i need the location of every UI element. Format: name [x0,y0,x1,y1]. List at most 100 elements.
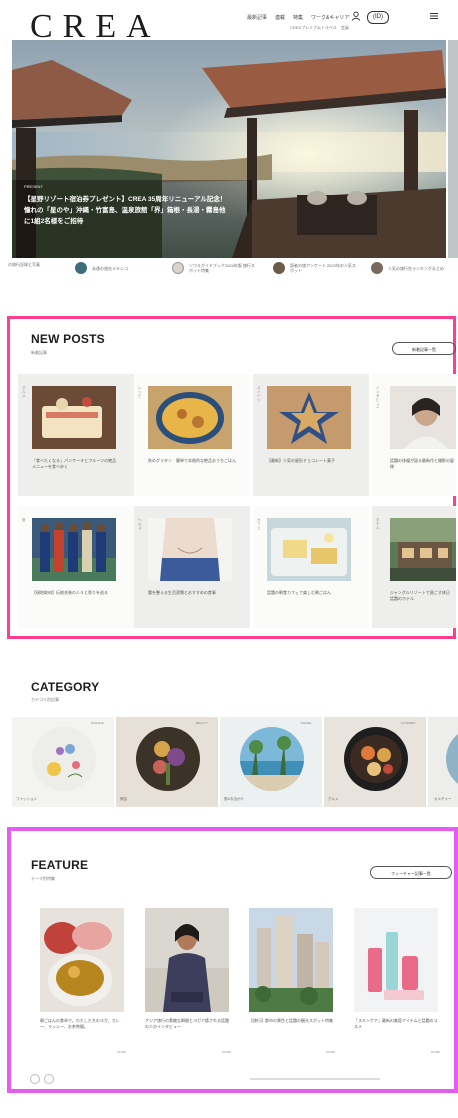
feature-card[interactable]: 【旅行】都市の景色と話題の観光スポット特集 MORE [249,908,341,1058]
next-arrow-icon[interactable] [44,1074,54,1084]
hero-thumb[interactable]: 読者の旅アンケート 2023年の人気スポット [273,262,358,274]
post-category: ヘルス [138,518,142,530]
post-category: レシピ [138,386,142,398]
feature-card[interactable]: アジア旅行の素敵な瞬間とヨガで癒される話題の人のインタビュー MORE [145,908,237,1058]
hero-thumb-text: 人気の旅行先ランキングまとめ [388,265,444,271]
feature-pager [30,1074,54,1084]
feature-card[interactable]: 朝ごはんの食卓で。わたしたちのヨガ、カレー、ラッシー、お茶時間。 MORE [40,908,132,1058]
post-image [267,518,351,581]
thumb-image [75,262,87,274]
hero-thumb[interactable]: 永遠の旅先メキシコ [75,262,160,274]
thumb-image [273,262,285,274]
category-label: 旅&お出かけ [224,797,244,801]
feature-subtitle: テーマ別特集 [31,876,55,881]
post-caption: 【現地取材】伝統衣装の人々と祭りを巡る [32,590,108,595]
user-icon[interactable] [351,11,361,23]
new-posts-all-button[interactable]: 新着記事一覧 [392,342,456,355]
post-image [267,386,351,449]
feature-more[interactable]: MORE [117,1050,126,1054]
hero-thumb-text: 永遠の旅先メキシコ [92,265,128,271]
post-caption: ジャングルリゾートで過ごす休日 話題のホテル [390,590,450,601]
post-caption: 【最新】人気の星形チョコレート菓子 [267,458,335,463]
post-image [32,386,116,449]
feature-caption: 朝ごはんの食卓で。わたしたちのヨガ、カレー、ラッシー、お茶時間。 [40,1018,120,1029]
post-caption: 秋のグラタン 簡単で本格的な絶品おうちごはん [148,458,236,463]
category-subtitle: カテゴリ別記事 [31,697,59,702]
hero-thumb-text: 読者の旅アンケート 2023年の人気スポット [290,263,356,273]
post-image [148,386,232,449]
post-caption: 話題の朝食カフェで楽しむ朝ごはん [267,590,331,595]
id-badge[interactable]: (ID) [367,11,389,24]
hero-thumbnail-row: の旅行記録と写真 永遠の旅先メキシコ ソウルガイドブック2024年版 旅行スポッ… [0,262,458,284]
post-card[interactable]: レシピ 秋のグラタン 簡単で本格的な絶品おうちごはん [134,374,250,496]
feature-all-button[interactable]: フィーチャー記事一覧 [370,866,452,879]
category-card[interactable]: BEAUTY 美容 [116,717,218,807]
nav-item[interactable]: 連載 [275,14,285,21]
category-title: CATEGORY [31,680,100,694]
category-label: グルメ [328,797,339,801]
category-card[interactable]: GOURMET グルメ [324,717,426,807]
post-category: 旅 [22,518,26,522]
post-category: スイーツ [257,386,261,402]
hero-thumb[interactable]: ソウルガイドブック2024年版 旅行スポット特集 [172,262,257,274]
site-header: CREA 最新記事 連載 特集 ワーク&キャリア CREAプレミアムトラベル 会… [0,0,458,44]
post-card[interactable]: ホテル ジャングルリゾートで過ごす休日 話題のホテル [372,506,456,628]
category-tag: FASHION [90,721,104,725]
post-caption: 「食べたくなる」パンケーキとフルーツの絶品メニューを食べ歩く [32,458,117,469]
feature-more[interactable]: MORE [326,1050,335,1054]
menu-icon[interactable] [429,11,439,23]
thumb-image [371,262,383,274]
post-card[interactable]: 旅 【現地取材】伝統衣装の人々と祭りを巡る [18,506,134,628]
post-image [390,518,456,581]
category-image [446,727,458,791]
category-card[interactable]: カルチャー [428,717,458,807]
post-card[interactable]: インタビュー 話題の俳優が語る最新作と撮影の裏側 [372,374,456,496]
feature-scrollbar[interactable] [250,1078,380,1080]
post-card[interactable]: スイーツ 【最新】人気の星形チョコレート菓子 [253,374,369,496]
post-card[interactable]: ヘルス 腸を整える生活習慣とおすすめの食事 [134,506,250,628]
hero-thumb[interactable]: 人気の旅行先ランキングまとめ [371,262,448,274]
feature-more[interactable]: MORE [222,1050,231,1054]
new-posts-title: NEW POSTS [31,332,105,346]
category-label: カルチャー [434,797,452,801]
hero-thumb[interactable]: の旅行記録と写真 [8,262,76,267]
feature-title: FEATURE [31,858,89,872]
post-caption: 話題の俳優が語る最新作と撮影の裏側 [390,458,454,469]
category-tag: TRAVEL [300,721,312,725]
post-image [148,518,232,581]
post-caption: 腸を整える生活習慣とおすすめの食事 [148,590,216,595]
hero-title[interactable]: 【星野リゾート宿泊券プレゼント】CREA 35周年リニューアル記念！ 憧れの「星… [24,194,229,227]
nav-sub[interactable]: CREAプレミアムトラベル 会員 [290,25,349,31]
category-label: 美容 [120,797,127,801]
post-card[interactable]: グルメ 「食べたくなる」パンケーキとフルーツの絶品メニューを食べ歩く [18,374,134,496]
hero-thumb-text: ソウルガイドブック2024年版 旅行スポット特集 [189,263,255,273]
feature-caption: 「スキンケア」最新の美容アイテムと話題のコスメ [354,1018,438,1029]
category-image [344,727,408,791]
thumb-image [172,262,184,274]
hero-next-peek[interactable] [448,40,458,258]
category-tag: GOURMET [400,721,416,725]
feature-card[interactable]: 「スキンケア」最新の美容アイテムと話題のコスメ MORE [354,908,446,1058]
category-tag: BEAUTY [195,721,208,725]
main-nav: 最新記事 連載 特集 ワーク&キャリア [247,14,349,21]
category-card[interactable]: FASHION ファッション [12,717,114,807]
category-card[interactable]: TRAVEL 旅&お出かけ [220,717,322,807]
post-card[interactable]: カフェ 話題の朝食カフェで楽しむ朝ごはん [253,506,369,628]
feature-more[interactable]: MORE [431,1050,440,1054]
category-label: ファッション [16,797,37,801]
nav-item[interactable]: ワーク&キャリア [311,14,349,21]
feature-caption: 【旅行】都市の景色と話題の観光スポット特集 [249,1018,333,1023]
nav-item[interactable]: 最新記事 [247,14,267,21]
feature-image [354,908,438,1012]
post-image [390,386,456,449]
feature-image [40,908,124,1012]
hero-thumb-text: の旅行記録と写真 [8,262,40,267]
prev-arrow-icon[interactable] [30,1074,40,1084]
category-image [136,727,200,791]
site-logo[interactable]: CREA [30,10,161,44]
post-category: ホテル [376,518,380,530]
category-image [240,727,304,791]
new-posts-subtitle: 新着記事 [31,350,47,355]
nav-item[interactable]: 特集 [293,14,303,21]
feature-caption: アジア旅行の素敵な瞬間とヨガで癒される話題の人のインタビュー [145,1018,229,1029]
